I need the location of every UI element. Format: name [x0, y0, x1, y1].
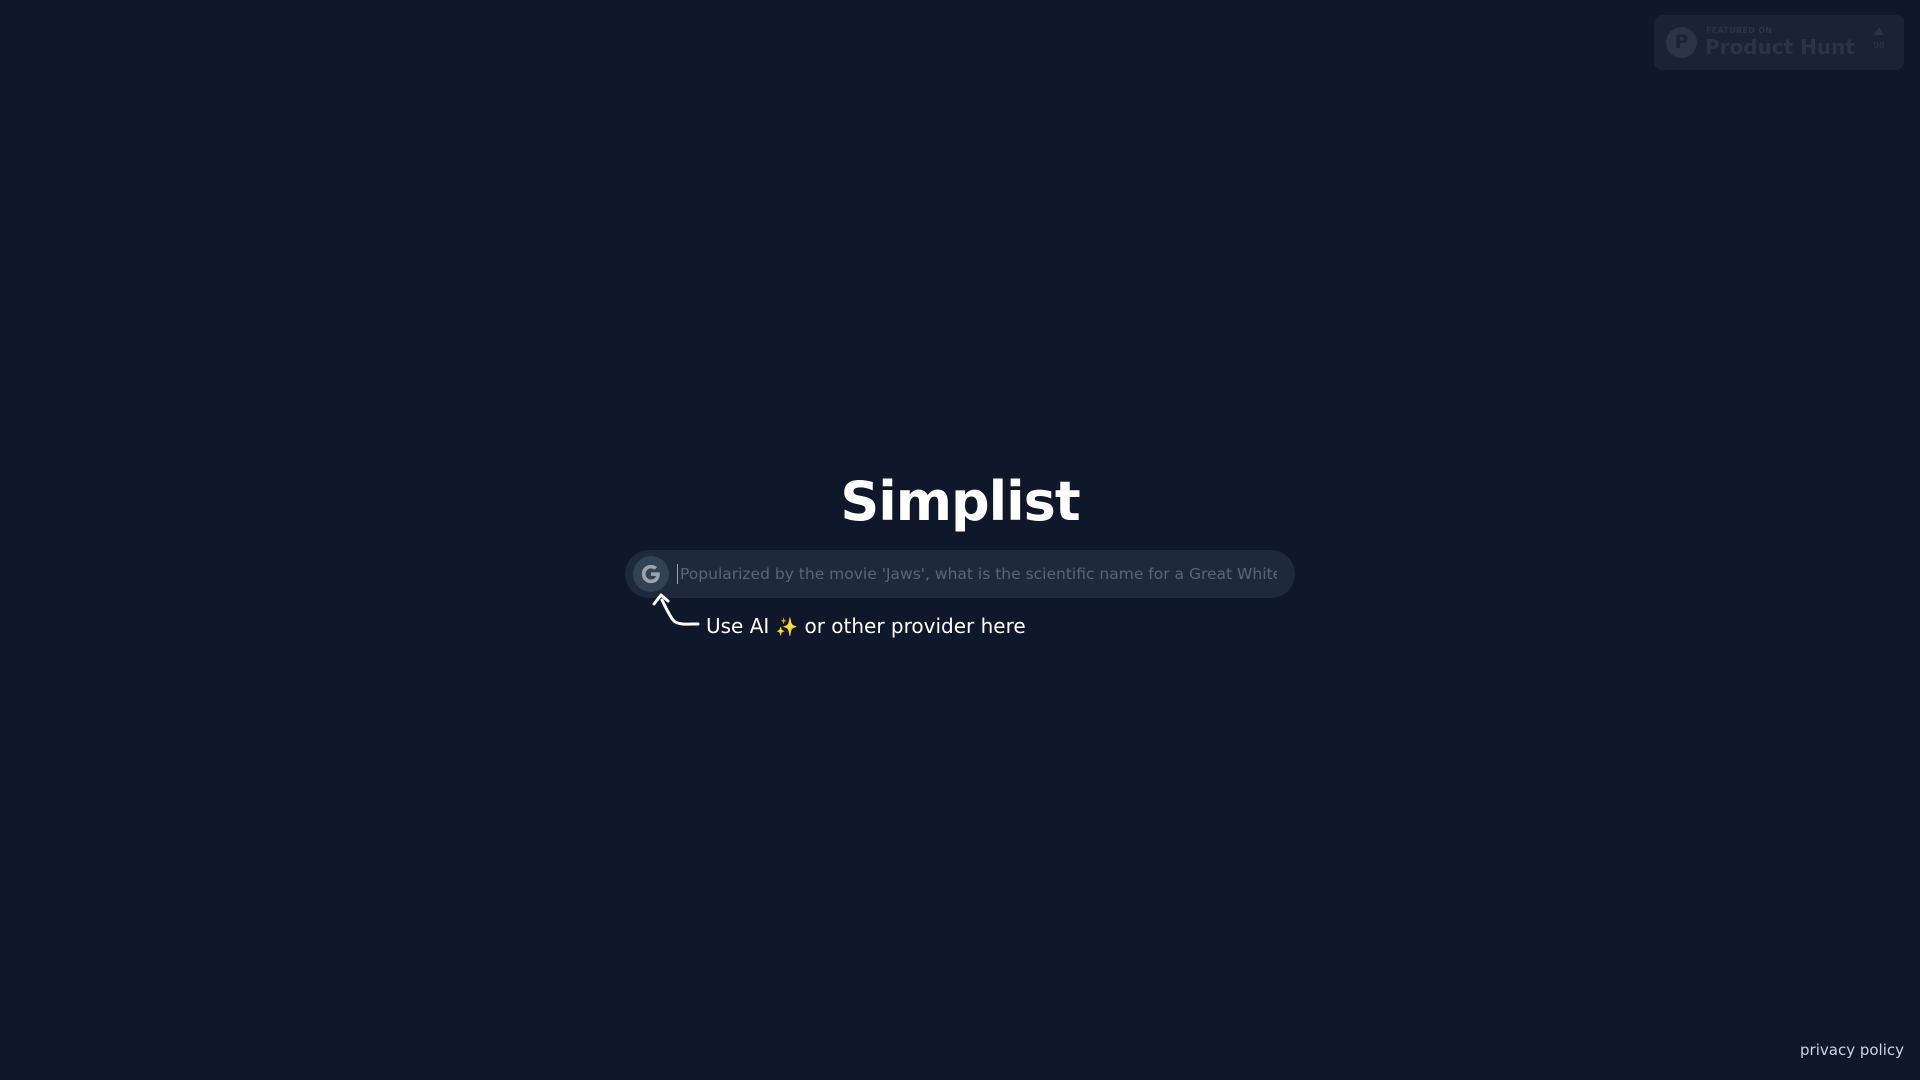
provider-hint-lead: Use AI: [706, 614, 770, 638]
product-hunt-logo-letter: P: [1674, 31, 1689, 53]
page-title: Simplist: [840, 470, 1080, 533]
search-provider-button[interactable]: [633, 556, 669, 592]
product-hunt-vote: 98: [1868, 27, 1890, 51]
product-hunt-title: Product Hunt: [1705, 35, 1855, 59]
page: P FEATURED ON Product Hunt 98 Simplist U…: [0, 0, 1920, 1080]
search-input[interactable]: [677, 564, 1277, 584]
product-hunt-vote-count: 98: [1873, 41, 1885, 51]
search-bar: [625, 550, 1295, 598]
product-hunt-logo-icon: P: [1666, 27, 1697, 58]
product-hunt-featured-label: FEATURED ON: [1706, 26, 1773, 35]
sparkles-icon: ✨: [775, 617, 799, 638]
privacy-policy-link[interactable]: privacy policy: [1800, 1041, 1904, 1059]
curved-arrow-icon: [652, 593, 700, 626]
google-g-icon: [641, 564, 660, 584]
product-hunt-badge[interactable]: P FEATURED ON Product Hunt 98: [1654, 15, 1904, 70]
upvote-arrow-icon: [1874, 27, 1884, 35]
provider-hint: Use AI ✨ or other provider here: [706, 612, 1026, 642]
provider-hint-tail: or other provider here: [804, 614, 1026, 638]
